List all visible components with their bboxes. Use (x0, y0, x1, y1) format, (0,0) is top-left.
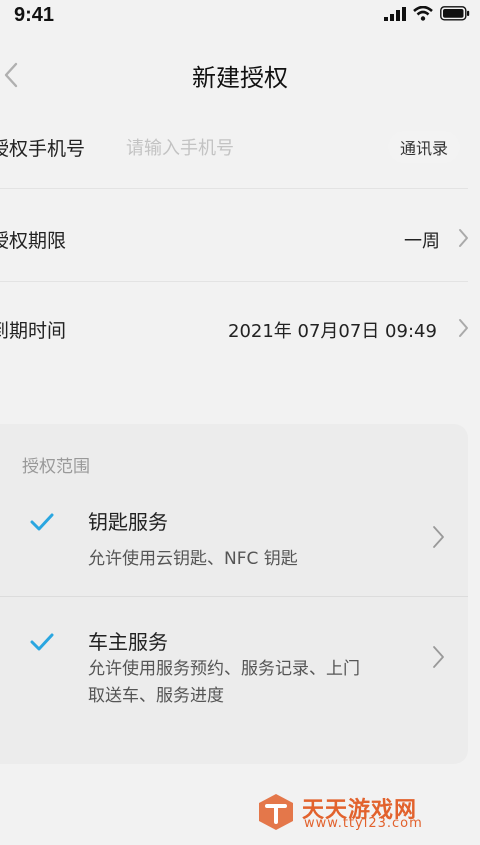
service-title: 车主服务 (88, 630, 168, 654)
watermark-url: www.ttyl23.com (304, 816, 423, 831)
check-icon[interactable] (30, 512, 54, 532)
watermark-logo (259, 794, 293, 830)
period-label: 授权期限 (0, 230, 67, 252)
expire-value[interactable]: 2021年 07月07日 09:49 (228, 317, 437, 343)
divider (0, 188, 468, 189)
signal-icon (384, 6, 406, 21)
contacts-button[interactable]: 通讯录 (388, 131, 461, 163)
status-icons (384, 6, 470, 21)
chevron-right-icon[interactable] (458, 227, 470, 249)
divider (0, 596, 468, 597)
phone-label: 授权手机号 (0, 138, 86, 160)
service-desc: 取送车、服务进度 (88, 686, 224, 706)
service-desc: 允许使用云钥匙、NFC 钥匙 (88, 549, 298, 569)
service-title: 钥匙服务 (88, 510, 168, 534)
expire-label: 到期时间 (0, 320, 67, 342)
chevron-right-icon[interactable] (458, 317, 470, 339)
chevron-right-icon[interactable] (432, 644, 446, 670)
divider (0, 281, 468, 282)
status-time: 9:41 (14, 4, 55, 26)
phone-input[interactable]: 请输入手机号 (126, 134, 234, 160)
check-icon[interactable] (30, 632, 54, 652)
chevron-right-icon[interactable] (432, 524, 446, 550)
period-value[interactable]: 一周 (404, 227, 440, 253)
battery-icon (440, 6, 470, 21)
wifi-icon (413, 6, 433, 21)
scope-title: 授权范围 (22, 457, 90, 477)
service-desc: 允许使用服务预约、服务记录、上门 (88, 659, 360, 679)
page-title: 新建授权 (192, 64, 288, 92)
